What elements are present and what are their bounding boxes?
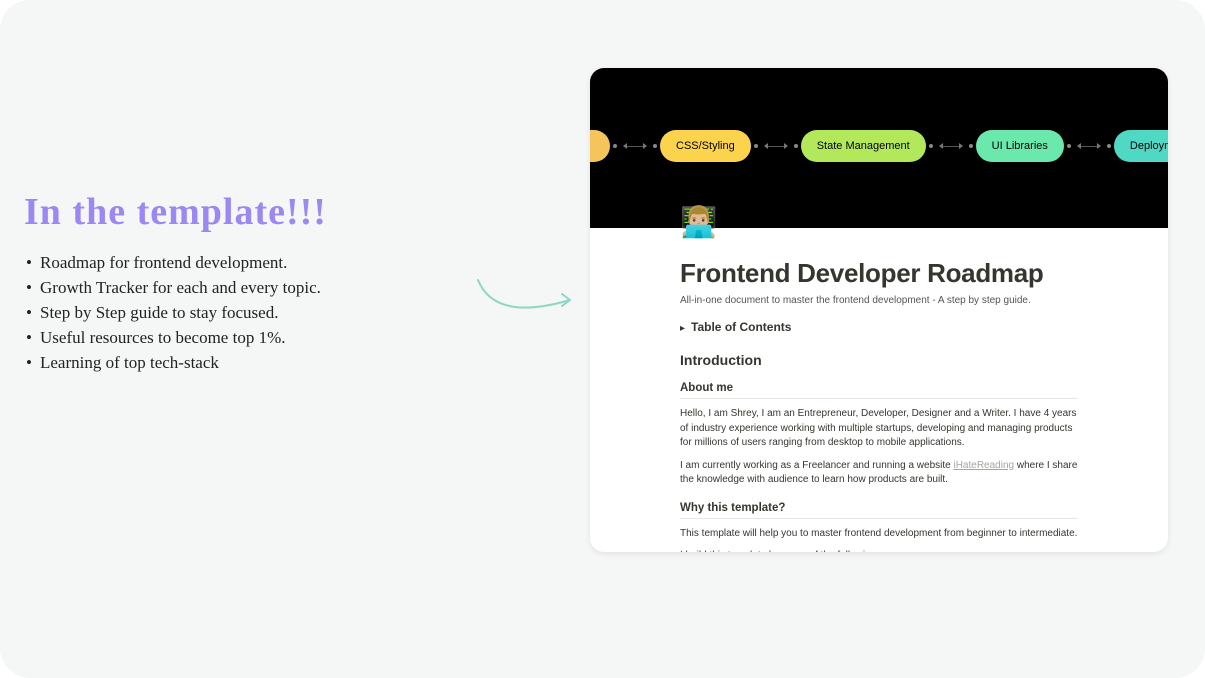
headline: In the template!!!: [24, 190, 464, 234]
flow-pill: CSS/Styling: [660, 130, 751, 162]
heading-why-template: Why this template?: [680, 502, 1078, 519]
connector-dot-icon: [929, 144, 933, 148]
connector-dot-icon: [1107, 144, 1111, 148]
connector-dot-icon: [794, 144, 798, 148]
list-item: Learning of top tech-stack: [24, 352, 464, 375]
flow-pill: State Management: [801, 130, 926, 162]
paragraph: This template will help you to master fr…: [680, 527, 1078, 542]
page-subtitle: All-in-one document to master the fronte…: [680, 295, 1078, 306]
connector-line-icon: [1081, 146, 1097, 147]
list-item: Useful resources to become top 1%.: [24, 327, 464, 350]
connector-line-icon: [627, 146, 643, 147]
connector-dot-icon: [653, 144, 657, 148]
avatar-icon: 👨🏼‍💻: [680, 205, 717, 240]
text-run: I am currently working as a Freelancer a…: [680, 460, 953, 471]
arrow-right-icon: [643, 143, 647, 149]
connector-line-icon: [768, 146, 784, 147]
ihatereading-link[interactable]: iHateReading: [953, 460, 1014, 471]
flow-pill: UI Libraries: [976, 130, 1064, 162]
paragraph: Hello, I am Shrey, I am an Entrepreneur,…: [680, 407, 1078, 451]
curved-arrow-icon: [470, 270, 590, 330]
slide-canvas: In the template!!! Roadmap for frontend …: [0, 0, 1205, 678]
document-preview: CSS/Styling State Management UI Librarie…: [590, 68, 1168, 552]
connector-line-icon: [943, 146, 959, 147]
heading-introduction: Introduction: [680, 352, 1078, 368]
connector-dot-icon: [754, 144, 758, 148]
arrow-right-icon: [784, 143, 788, 149]
hero-banner: CSS/Styling State Management UI Librarie…: [590, 68, 1168, 228]
flow-pill: Deployments: [1114, 130, 1168, 162]
flow-pill: [590, 130, 610, 162]
connector-dot-icon: [613, 144, 617, 148]
list-item: Growth Tracker for each and every topic.: [24, 277, 464, 300]
arrow-right-icon: [1097, 143, 1101, 149]
connector-dot-icon: [969, 144, 973, 148]
bullet-list: Roadmap for frontend development. Growth…: [24, 252, 464, 375]
roadmap-flow: CSS/Styling State Management UI Librarie…: [590, 126, 1168, 166]
document-body: Frontend Developer Roadmap All-in-one do…: [590, 258, 1168, 552]
table-of-contents-toggle[interactable]: Table of Contents: [680, 320, 1078, 334]
list-item: Step by Step guide to stay focused.: [24, 302, 464, 325]
connector-dot-icon: [1067, 144, 1071, 148]
list-item: Roadmap for frontend development.: [24, 252, 464, 275]
toc-label: Table of Contents: [691, 320, 791, 334]
left-panel: In the template!!! Roadmap for frontend …: [24, 190, 464, 377]
arrow-right-icon: [959, 143, 963, 149]
page-title: Frontend Developer Roadmap: [680, 258, 1078, 289]
paragraph: I build this template because of the fol…: [680, 549, 1078, 552]
heading-about-me: About me: [680, 382, 1078, 399]
paragraph: I am currently working as a Freelancer a…: [680, 459, 1078, 488]
